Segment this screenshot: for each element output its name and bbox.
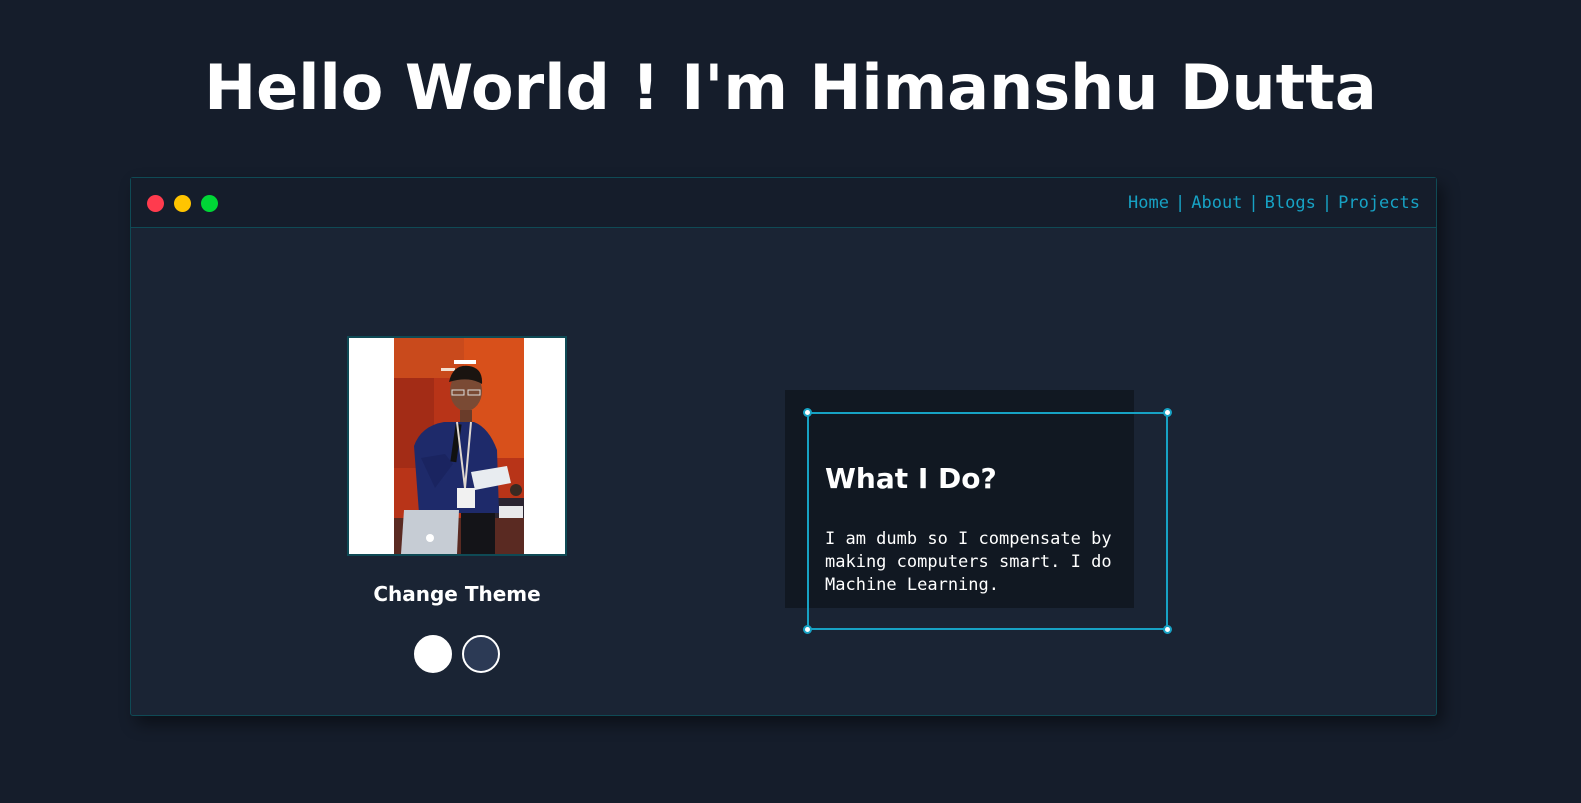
card-title: What I Do? — [825, 462, 997, 495]
resize-handle-icon[interactable] — [1163, 625, 1172, 634]
nav-separator: | — [1174, 193, 1186, 213]
minimize-window-button[interactable] — [174, 195, 191, 212]
maximize-window-button[interactable] — [201, 195, 218, 212]
light-theme-button[interactable] — [414, 635, 452, 673]
browser-window: Home | About | Blogs | Projects Change T… — [130, 177, 1437, 716]
profile-photo-icon — [349, 338, 565, 554]
close-window-button[interactable] — [147, 195, 164, 212]
page-title: Hello World ! I'm Himanshu Dutta — [204, 51, 1377, 124]
window-titlebar: Home | About | Blogs | Projects — [131, 178, 1436, 228]
nav-separator: | — [1248, 193, 1259, 213]
what-i-do-card: What I Do? I am dumb so I compensate by … — [803, 408, 1172, 634]
main-nav: Home | About | Blogs | Projects — [1128, 192, 1420, 214]
resize-handle-icon[interactable] — [803, 408, 812, 417]
resize-handle-icon[interactable] — [803, 625, 812, 634]
nav-link-about[interactable]: About — [1191, 193, 1242, 213]
resize-handle-icon[interactable] — [1163, 408, 1172, 417]
nav-link-home[interactable]: Home — [1128, 193, 1169, 213]
nav-link-projects[interactable]: Projects — [1338, 193, 1420, 213]
profile-photo — [347, 336, 567, 556]
card-description: I am dumb so I compensate by making comp… — [825, 529, 1112, 595]
change-theme-label: Change Theme — [373, 582, 541, 606]
nav-separator: | — [1321, 193, 1333, 213]
dark-theme-button[interactable] — [462, 635, 500, 673]
nav-link-blogs[interactable]: Blogs — [1265, 193, 1316, 213]
